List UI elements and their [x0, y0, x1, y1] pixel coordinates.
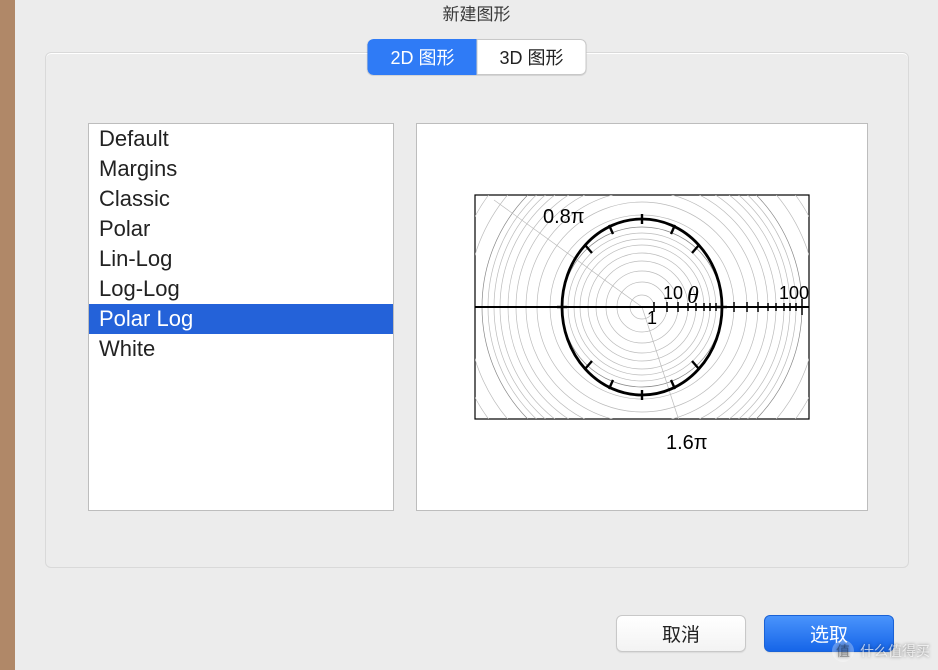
- main-panel: 2D 图形 3D 图形 Default Margins Classic Pola…: [45, 52, 909, 568]
- list-item[interactable]: Default: [89, 124, 393, 154]
- chart-dimension-segmented: 2D 图形 3D 图形: [367, 39, 586, 75]
- list-item[interactable]: White: [89, 334, 393, 364]
- angle-top-label: 0.8π: [543, 206, 585, 228]
- watermark-badge-icon: 值: [832, 640, 854, 662]
- panel-content: Default Margins Classic Polar Lin-Log Lo…: [88, 123, 868, 511]
- tab-3d[interactable]: 3D 图形: [477, 39, 587, 75]
- list-item[interactable]: Margins: [89, 154, 393, 184]
- center-r-label: 1: [647, 308, 657, 328]
- tab-2d[interactable]: 2D 图形: [367, 39, 476, 75]
- list-item[interactable]: Lin-Log: [89, 244, 393, 274]
- window-title: 新建图形: [15, 0, 938, 32]
- watermark: 值 什么值得买: [832, 640, 930, 662]
- watermark-text: 什么值得买: [860, 641, 930, 661]
- theta-label: θ: [687, 283, 699, 309]
- list-item[interactable]: Log-Log: [89, 274, 393, 304]
- polar-log-preview-svg: 0.8π 1.6π 1 10 θ 100: [451, 167, 833, 467]
- list-item[interactable]: Polar Log: [89, 304, 393, 334]
- cancel-button[interactable]: 取消: [616, 615, 746, 652]
- tick-10-label: 10: [663, 283, 683, 303]
- dialog-window: 新建图形 2D 图形 3D 图形 Default Margins Classic…: [15, 0, 938, 670]
- angle-bottom-label: 1.6π: [666, 432, 708, 454]
- template-preview: 0.8π 1.6π 1 10 θ 100: [416, 123, 868, 511]
- template-listbox[interactable]: Default Margins Classic Polar Lin-Log Lo…: [88, 123, 394, 511]
- list-item[interactable]: Classic: [89, 184, 393, 214]
- tick-100-label: 100: [779, 283, 809, 303]
- list-item[interactable]: Polar: [89, 214, 393, 244]
